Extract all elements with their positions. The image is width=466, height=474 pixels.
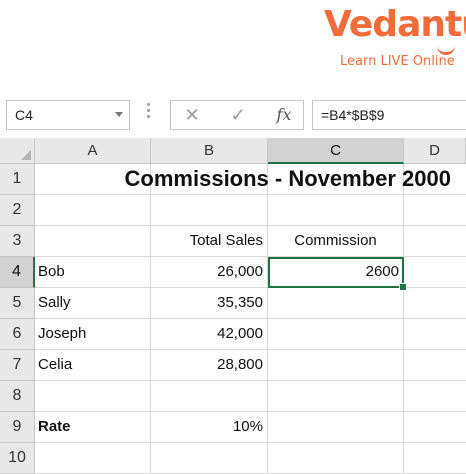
row-header-7[interactable]: 7	[0, 350, 35, 381]
drag-handle-icon[interactable]	[147, 103, 150, 123]
cell-b5[interactable]: 35,350	[151, 288, 268, 319]
enter-icon[interactable]: ✓	[223, 103, 253, 127]
sheet-title: Commissions - November 2000	[124, 166, 451, 191]
formula-buttons: ✕ ✓ fx	[170, 100, 304, 130]
select-all-button[interactable]	[0, 138, 35, 164]
cell-a2[interactable]	[35, 195, 151, 226]
column-header-c[interactable]: C	[268, 138, 404, 164]
cell-d6[interactable]	[404, 319, 466, 350]
cell-a10[interactable]	[35, 443, 151, 474]
cell-a5[interactable]: Sally	[35, 288, 151, 319]
cell-c4[interactable]: 2600	[268, 257, 404, 288]
cell-a9[interactable]: Rate	[35, 412, 151, 443]
cell-a6[interactable]: Joseph	[35, 319, 151, 350]
row-header-6[interactable]: 6	[0, 319, 35, 350]
row-header-3[interactable]: 3	[0, 226, 35, 257]
brand-logo: Vedantu	[324, 4, 466, 45]
cell-d3[interactable]	[404, 226, 466, 257]
formula-bar: C4 ✕ ✓ fx =B4*$B$9	[0, 92, 466, 139]
row-header-9[interactable]: 9	[0, 412, 35, 443]
column-header-d[interactable]: D	[404, 138, 466, 164]
cell-d7[interactable]	[404, 350, 466, 381]
formula-text: =B4*$B$9	[321, 107, 385, 123]
insert-function-icon[interactable]: fx	[269, 103, 299, 127]
cell-b9[interactable]: 10%	[151, 412, 268, 443]
row-header-5[interactable]: 5	[0, 288, 35, 319]
name-box-value: C4	[15, 107, 33, 123]
cell-d2[interactable]	[404, 195, 466, 226]
cell-d8[interactable]	[404, 381, 466, 412]
cell-d9[interactable]	[404, 412, 466, 443]
cell-c2[interactable]	[268, 195, 404, 226]
row-header-2[interactable]: 2	[0, 195, 35, 226]
brand-tagline: Learn LIVE Online	[340, 54, 455, 69]
row-header-4[interactable]: 4	[0, 257, 35, 288]
cell-a3[interactable]	[35, 226, 151, 257]
spreadsheet-grid: A B C D 1 Commissions - November 2000 2 3 Total …	[0, 138, 466, 474]
chevron-down-icon[interactable]	[115, 112, 123, 117]
cancel-icon[interactable]: ✕	[177, 103, 207, 127]
cell-a7[interactable]: Celia	[35, 350, 151, 381]
cell-a8[interactable]	[35, 381, 151, 412]
cell-b3[interactable]: Total Sales	[151, 226, 268, 257]
cell-c3[interactable]: Commission	[268, 226, 404, 257]
cell-d4[interactable]	[404, 257, 466, 288]
cell-c5[interactable]	[268, 288, 404, 319]
cell-c9[interactable]	[268, 412, 404, 443]
cell-b8[interactable]	[151, 381, 268, 412]
cell-b2[interactable]	[151, 195, 268, 226]
formula-input[interactable]: =B4*$B$9	[312, 100, 466, 130]
cell-b10[interactable]	[151, 443, 268, 474]
cell-a4[interactable]: Bob	[35, 257, 151, 288]
brand-header: Vedantu Learn LIVE Online	[0, 0, 466, 92]
cell-b4[interactable]: 26,000	[151, 257, 268, 288]
name-box[interactable]: C4	[6, 100, 130, 130]
cell-c7[interactable]	[268, 350, 404, 381]
fill-handle[interactable]	[399, 283, 407, 291]
row-header-1[interactable]: 1	[0, 164, 35, 195]
cell-c10[interactable]	[268, 443, 404, 474]
cell-b6[interactable]: 42,000	[151, 319, 268, 350]
cell-d10[interactable]	[404, 443, 466, 474]
cell-c6[interactable]	[268, 319, 404, 350]
cell-c8[interactable]	[268, 381, 404, 412]
column-header-a[interactable]: A	[35, 138, 151, 164]
row-header-10[interactable]: 10	[0, 443, 35, 474]
column-header-b[interactable]: B	[151, 138, 268, 164]
row-header-8[interactable]: 8	[0, 381, 35, 412]
cell-d5[interactable]	[404, 288, 466, 319]
cell-b7[interactable]: 28,800	[151, 350, 268, 381]
